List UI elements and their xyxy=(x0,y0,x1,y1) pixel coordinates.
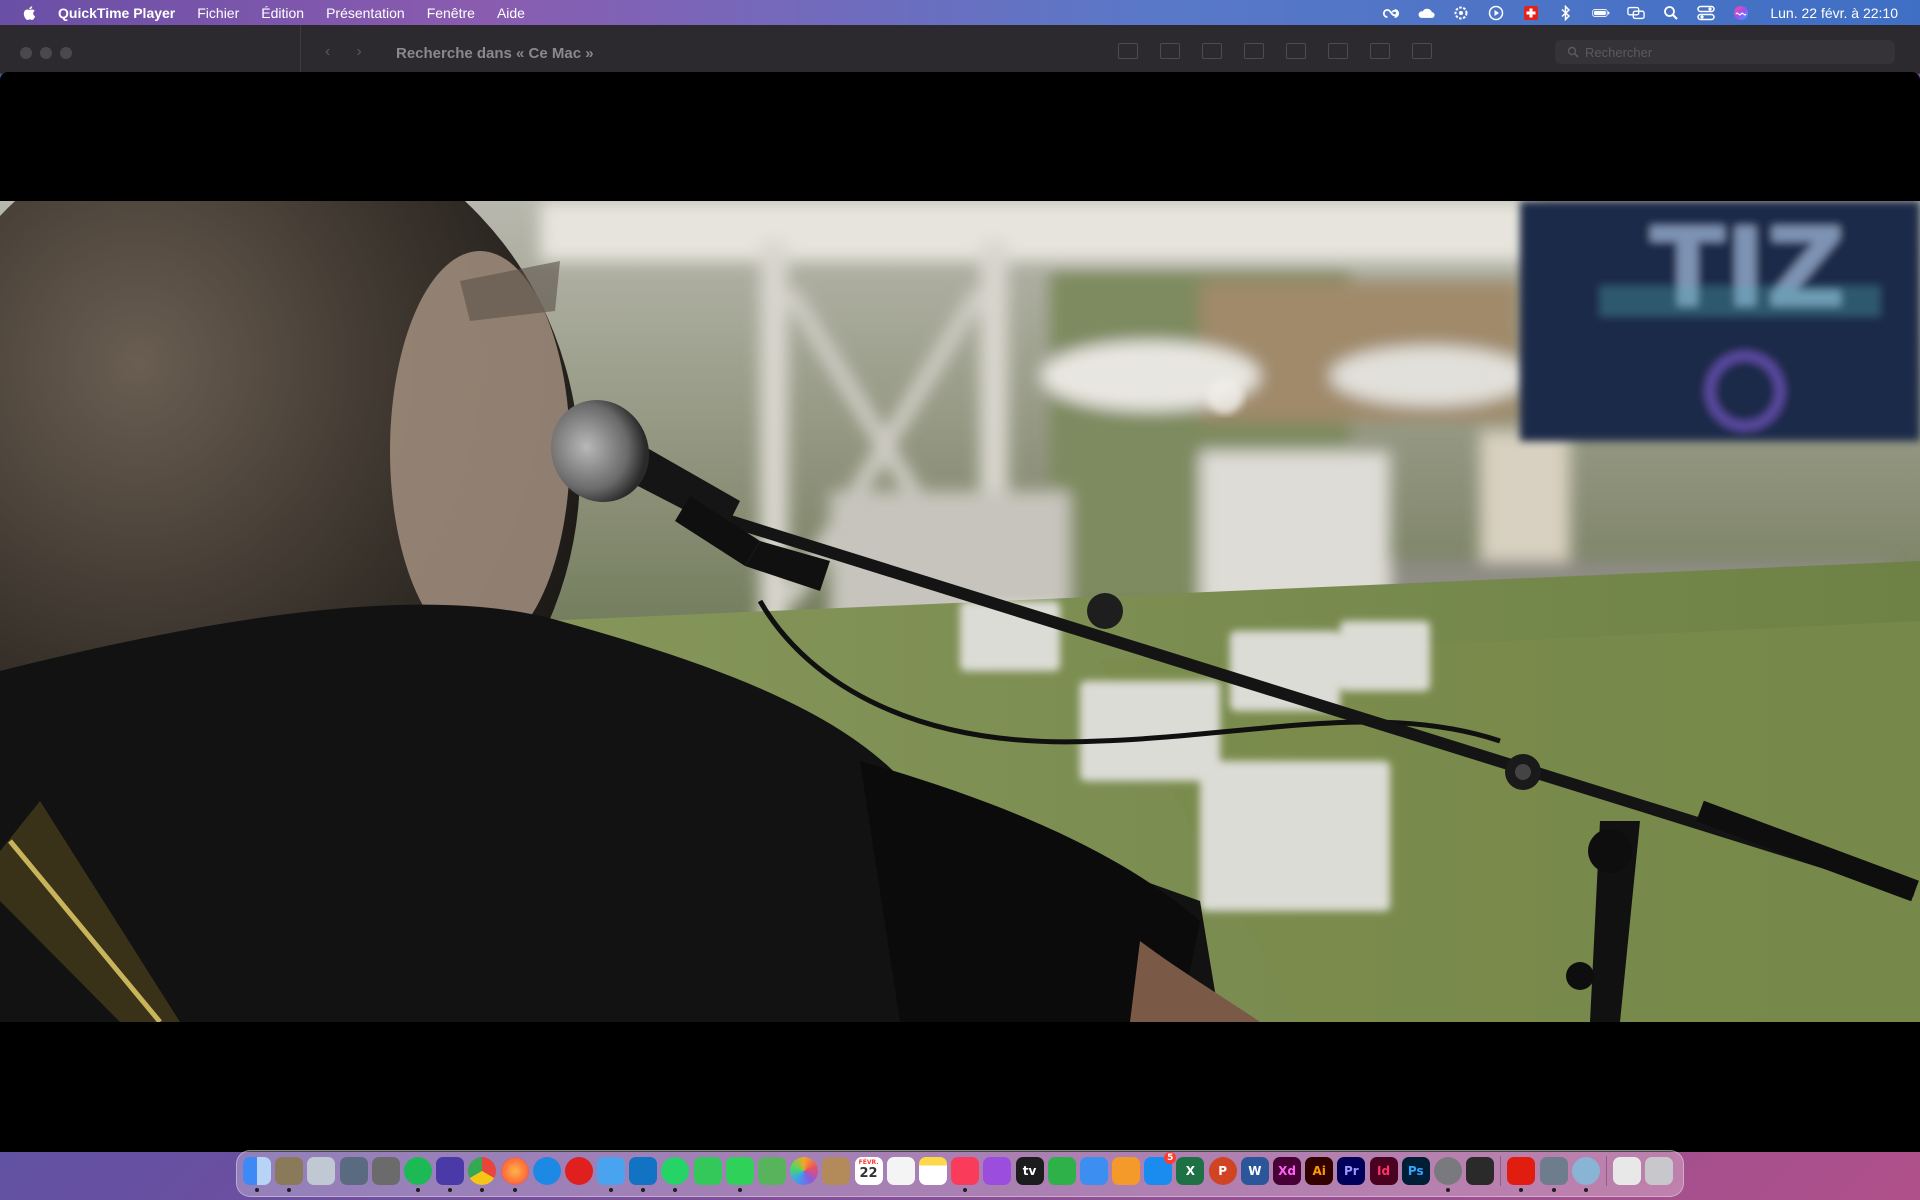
quicktime-player-window[interactable]: TIZ xyxy=(0,72,1920,1152)
menu-presentation[interactable]: Présentation xyxy=(326,5,405,21)
apple-menu-icon[interactable] xyxy=(22,5,38,21)
forward-icon[interactable]: › xyxy=(356,43,361,61)
settings-gear-icon[interactable] xyxy=(1452,5,1470,21)
menu-aide[interactable]: Aide xyxy=(497,5,525,21)
calendar-icon[interactable]: FÉVR. 22 xyxy=(854,1157,883,1185)
dock-app-icons: FÉVR. 22 tv 5 X P W Xd Ai Pr Id Ps xyxy=(243,1152,1677,1192)
menu-bar-clock[interactable]: Lun. 22 févr. à 22:10 xyxy=(1770,5,1898,21)
minimize-button[interactable] xyxy=(40,47,52,59)
search-icon xyxy=(1567,46,1579,58)
back-icon[interactable]: ‹ xyxy=(325,43,330,61)
finder-toolbar xyxy=(1118,43,1432,59)
bluetooth-icon[interactable] xyxy=(1557,4,1575,21)
opera-icon[interactable] xyxy=(564,1157,593,1185)
word-icon[interactable]: W xyxy=(1240,1157,1269,1185)
close-button[interactable] xyxy=(20,47,32,59)
menu-fenetre[interactable]: Fenêtre xyxy=(427,5,475,21)
indesign-icon[interactable]: Id xyxy=(1369,1157,1398,1185)
menu-fichier[interactable]: Fichier xyxy=(197,5,239,21)
adobe-xd-icon[interactable]: Xd xyxy=(1273,1157,1301,1185)
app-store-badge: 5 xyxy=(1164,1152,1177,1164)
icon-view-icon[interactable] xyxy=(1118,43,1138,59)
chrome-icon[interactable] xyxy=(468,1157,497,1192)
calendar-month: FÉVR. xyxy=(858,1159,879,1166)
menu-bar: QuickTime Player Fichier Édition Présent… xyxy=(0,0,1920,25)
photoshop-icon[interactable]: Ps xyxy=(1401,1157,1430,1185)
system-preferences-icon[interactable] xyxy=(1433,1157,1462,1192)
siri-icon[interactable] xyxy=(1732,5,1750,21)
numbers-icon[interactable] xyxy=(1047,1157,1076,1185)
powerpoint-icon[interactable]: P xyxy=(1208,1157,1237,1185)
cloud-app-icon[interactable] xyxy=(436,1157,465,1192)
preview-icon[interactable] xyxy=(275,1157,304,1192)
safari-icon[interactable] xyxy=(532,1157,561,1185)
finder-icon[interactable] xyxy=(243,1157,271,1192)
creative-cloud-icon[interactable] xyxy=(1382,5,1400,21)
spotify-icon[interactable] xyxy=(403,1157,432,1192)
finder-window-title: Recherche dans « Ce Mac » xyxy=(396,45,594,62)
outlook-icon[interactable] xyxy=(629,1157,658,1192)
column-view-icon[interactable] xyxy=(1202,43,1222,59)
quicktime-icon[interactable] xyxy=(1571,1157,1600,1192)
gallery-view-icon[interactable] xyxy=(1244,43,1264,59)
finder-search-field[interactable]: Rechercher xyxy=(1555,40,1895,64)
more-actions-icon[interactable] xyxy=(1412,43,1432,59)
menu-edition[interactable]: Édition xyxy=(261,5,304,21)
mail-icon[interactable] xyxy=(597,1157,626,1192)
zoom-button[interactable] xyxy=(60,47,72,59)
airdrop-icon[interactable] xyxy=(339,1157,368,1185)
list-view-icon[interactable] xyxy=(1160,43,1180,59)
share-icon[interactable] xyxy=(1328,43,1348,59)
search-icon[interactable] xyxy=(1662,5,1680,21)
tag-icon[interactable] xyxy=(1370,43,1390,59)
swiss-flag-icon[interactable] xyxy=(1522,5,1540,21)
podcasts-icon[interactable] xyxy=(983,1157,1012,1185)
photos-icon[interactable] xyxy=(790,1157,819,1185)
screenshot-icon[interactable] xyxy=(1539,1157,1568,1192)
dock: FÉVR. 22 tv 5 X P W Xd Ai Pr Id Ps xyxy=(236,1150,1684,1197)
app-store-icon[interactable]: 5 xyxy=(1144,1152,1177,1185)
acrobat-icon[interactable] xyxy=(1507,1157,1536,1192)
group-icon[interactable] xyxy=(1286,43,1306,59)
cloud-icon[interactable] xyxy=(1417,5,1435,21)
pages-icon[interactable] xyxy=(1112,1157,1141,1185)
premiere-icon[interactable]: Pr xyxy=(1337,1157,1366,1185)
messages-icon[interactable] xyxy=(725,1157,754,1192)
battery-icon[interactable] xyxy=(1592,5,1610,21)
reminders-icon[interactable] xyxy=(886,1157,915,1185)
dock-separator xyxy=(1605,1156,1607,1186)
firefox-icon[interactable] xyxy=(500,1157,529,1192)
maps-icon[interactable] xyxy=(758,1157,786,1185)
app-name-menu[interactable]: QuickTime Player xyxy=(58,5,175,21)
calculator-icon[interactable] xyxy=(371,1157,400,1185)
video-still: TIZ xyxy=(0,201,1920,1022)
apple-tv-icon[interactable]: tv xyxy=(1015,1157,1044,1185)
play-circle-icon[interactable] xyxy=(1487,5,1505,21)
screen-mirror-icon[interactable] xyxy=(1627,5,1646,21)
finder-window: ‹ › Recherche dans « Ce Mac » Rechercher xyxy=(0,25,1920,74)
facetime-icon[interactable] xyxy=(693,1157,722,1185)
calendar-day: 22 xyxy=(859,1166,878,1181)
notes-app-icon[interactable] xyxy=(822,1157,851,1185)
illustrator-icon[interactable]: Ai xyxy=(1305,1157,1334,1185)
notes-icon[interactable] xyxy=(918,1157,947,1185)
control-center-icon[interactable] xyxy=(1697,5,1716,21)
dock-separator xyxy=(1500,1156,1502,1186)
sidebar-divider xyxy=(300,25,301,73)
whatsapp-icon[interactable] xyxy=(661,1157,690,1192)
window-traffic-lights xyxy=(20,47,72,59)
music-icon[interactable] xyxy=(951,1157,980,1192)
keynote-icon[interactable] xyxy=(1079,1157,1108,1185)
launchpad-icon[interactable] xyxy=(307,1157,336,1185)
search-placeholder: Rechercher xyxy=(1585,44,1653,60)
excel-icon[interactable]: X xyxy=(1176,1157,1205,1185)
finder-navigation: ‹ › xyxy=(325,43,362,61)
video-frame[interactable]: TIZ xyxy=(0,201,1920,1022)
downloads-stack-icon[interactable] xyxy=(1612,1157,1641,1185)
terminal-icon[interactable] xyxy=(1466,1157,1495,1185)
trash-icon[interactable] xyxy=(1645,1157,1674,1185)
